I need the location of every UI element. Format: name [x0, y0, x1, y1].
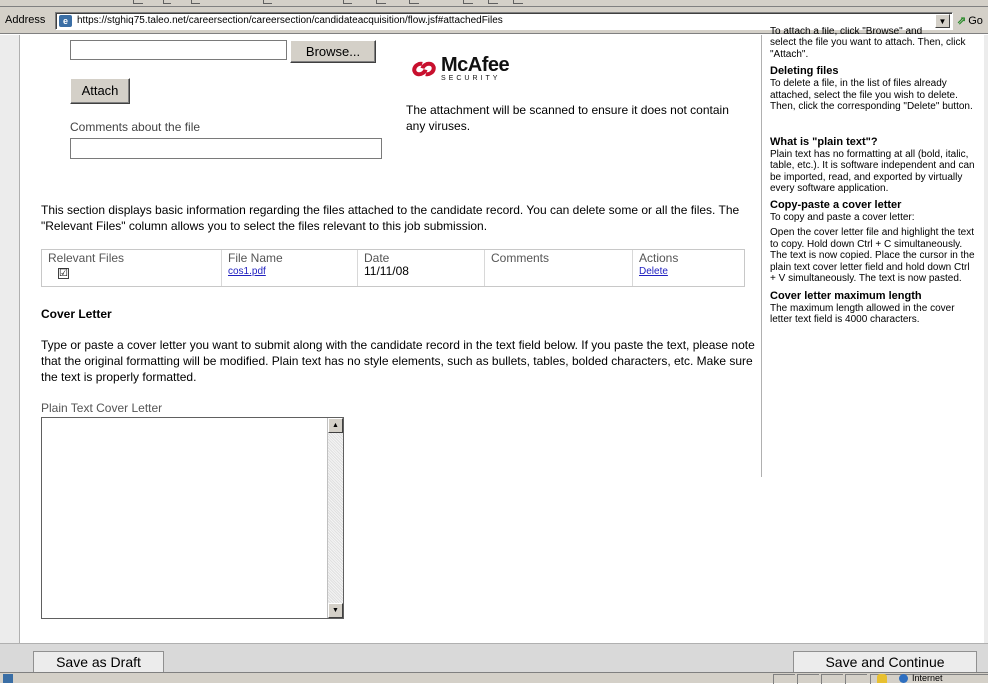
file-link[interactable]: cos1.pdf: [228, 265, 357, 278]
column-actions: Actions Delete: [633, 250, 744, 286]
right-margin: [984, 35, 988, 643]
zone-label: Internet: [912, 673, 943, 683]
file-date: 11/11/08: [364, 264, 409, 278]
toolbar-button-edge[interactable]: [263, 0, 272, 4]
help-copy-intro: To copy and paste a cover letter:: [770, 211, 915, 223]
url-text[interactable]: https://stghiq75.taleo.net/careersection…: [77, 15, 503, 26]
page-status-icon: [3, 674, 13, 683]
toolbar-button-edge[interactable]: [513, 0, 523, 4]
mcafee-shield-icon: [409, 58, 439, 80]
browse-button[interactable]: Browse...: [290, 40, 376, 63]
delete-link[interactable]: Delete: [639, 265, 744, 278]
help-max-text: The maximum length allowed in the cover …: [770, 302, 955, 326]
status-bar: Internet: [0, 672, 988, 684]
go-arrow-icon: ⇗: [957, 15, 967, 27]
help-copy-text: Open the cover letter file and highlight…: [770, 227, 975, 284]
column-date: Date 11/11/08: [358, 250, 485, 286]
mcafee-wordmark: McAfee: [441, 54, 510, 76]
help-max-title: Cover letter maximum length: [770, 289, 922, 302]
toolbar-button-edge[interactable]: [409, 0, 419, 4]
help-deleting-text: To delete a file, in the list of files a…: [770, 78, 973, 112]
cover-letter-title: Cover Letter: [41, 307, 112, 321]
column-relevant: Relevant Files ☑: [42, 250, 222, 286]
relevant-checkbox[interactable]: ☑: [58, 268, 69, 279]
column-header: Comments: [491, 251, 550, 265]
main-content: Browse... Attach Comments about the file…: [21, 35, 761, 643]
go-button[interactable]: ⇗ Go: [957, 14, 983, 27]
chevron-down-icon[interactable]: ▼: [935, 14, 950, 28]
mcafee-logo: McAfee SECURITY: [409, 54, 510, 83]
comments-label: Comments about the file: [70, 120, 201, 134]
help-attach-cut: To attach a file, click "Browse" and: [770, 27, 923, 37]
attach-button[interactable]: Attach: [70, 78, 130, 104]
toolbar-button-edge[interactable]: [133, 0, 143, 4]
column-header: Relevant Files: [48, 251, 125, 265]
file-comments-input[interactable]: [70, 138, 382, 159]
scroll-up-icon[interactable]: ▲: [328, 418, 343, 433]
toolbar-button-edge[interactable]: [488, 0, 498, 4]
go-label: Go: [968, 15, 983, 27]
cover-letter-textarea[interactable]: ▲ ▼: [41, 417, 344, 619]
toolbar-button-edge[interactable]: [463, 0, 473, 4]
toolbar-button-edge[interactable]: [343, 0, 352, 4]
save-draft-button[interactable]: Save as Draft: [33, 651, 164, 673]
attached-files-table: Relevant Files ☑ File Name cos1.pdf Date…: [41, 249, 745, 287]
toolbar-strip: [0, 0, 988, 7]
column-filename: File Name cos1.pdf: [222, 250, 358, 286]
help-panel: To attach a file, click "Browse" and sel…: [761, 27, 984, 477]
column-header: File Name: [228, 251, 283, 265]
scan-notice: The attachment will be scanned to ensure…: [406, 103, 729, 133]
globe-icon: [899, 674, 908, 683]
textarea-scrollbar[interactable]: ▲ ▼: [327, 418, 343, 618]
help-plain-text: Plain text has no formatting at all (bol…: [770, 148, 975, 195]
ie-page-icon: e: [59, 15, 72, 27]
help-copy-title: Copy-paste a cover letter: [770, 198, 902, 211]
left-margin: [0, 35, 20, 643]
file-path-input[interactable]: [70, 40, 287, 60]
toolbar-button-edge[interactable]: [376, 0, 386, 4]
cover-letter-instructions: Type or paste a cover letter you want to…: [41, 338, 755, 384]
help-content: To attach a file, click "Browse" and sel…: [770, 27, 978, 326]
cover-letter-field-label: Plain Text Cover Letter: [41, 401, 163, 415]
help-deleting-title: Deleting files: [770, 65, 839, 77]
mcafee-subtitle: SECURITY: [441, 75, 501, 82]
help-plain-title: What is "plain text"?: [770, 135, 878, 148]
column-comments: Comments: [485, 250, 633, 286]
scroll-down-icon[interactable]: ▼: [328, 603, 343, 618]
bottom-action-bar: Save as Draft Save and Continue: [0, 643, 988, 673]
toolbar-button-edge[interactable]: [191, 0, 200, 4]
lock-icon: [877, 674, 887, 683]
column-header: Actions: [639, 251, 679, 265]
toolbar-button-edge[interactable]: [163, 0, 171, 4]
help-attach-text: select the file you want to attach. Then…: [770, 37, 966, 60]
address-label: Address: [5, 14, 46, 26]
save-continue-button[interactable]: Save and Continue: [793, 651, 977, 673]
files-intro: This section displays basic information …: [41, 203, 740, 233]
